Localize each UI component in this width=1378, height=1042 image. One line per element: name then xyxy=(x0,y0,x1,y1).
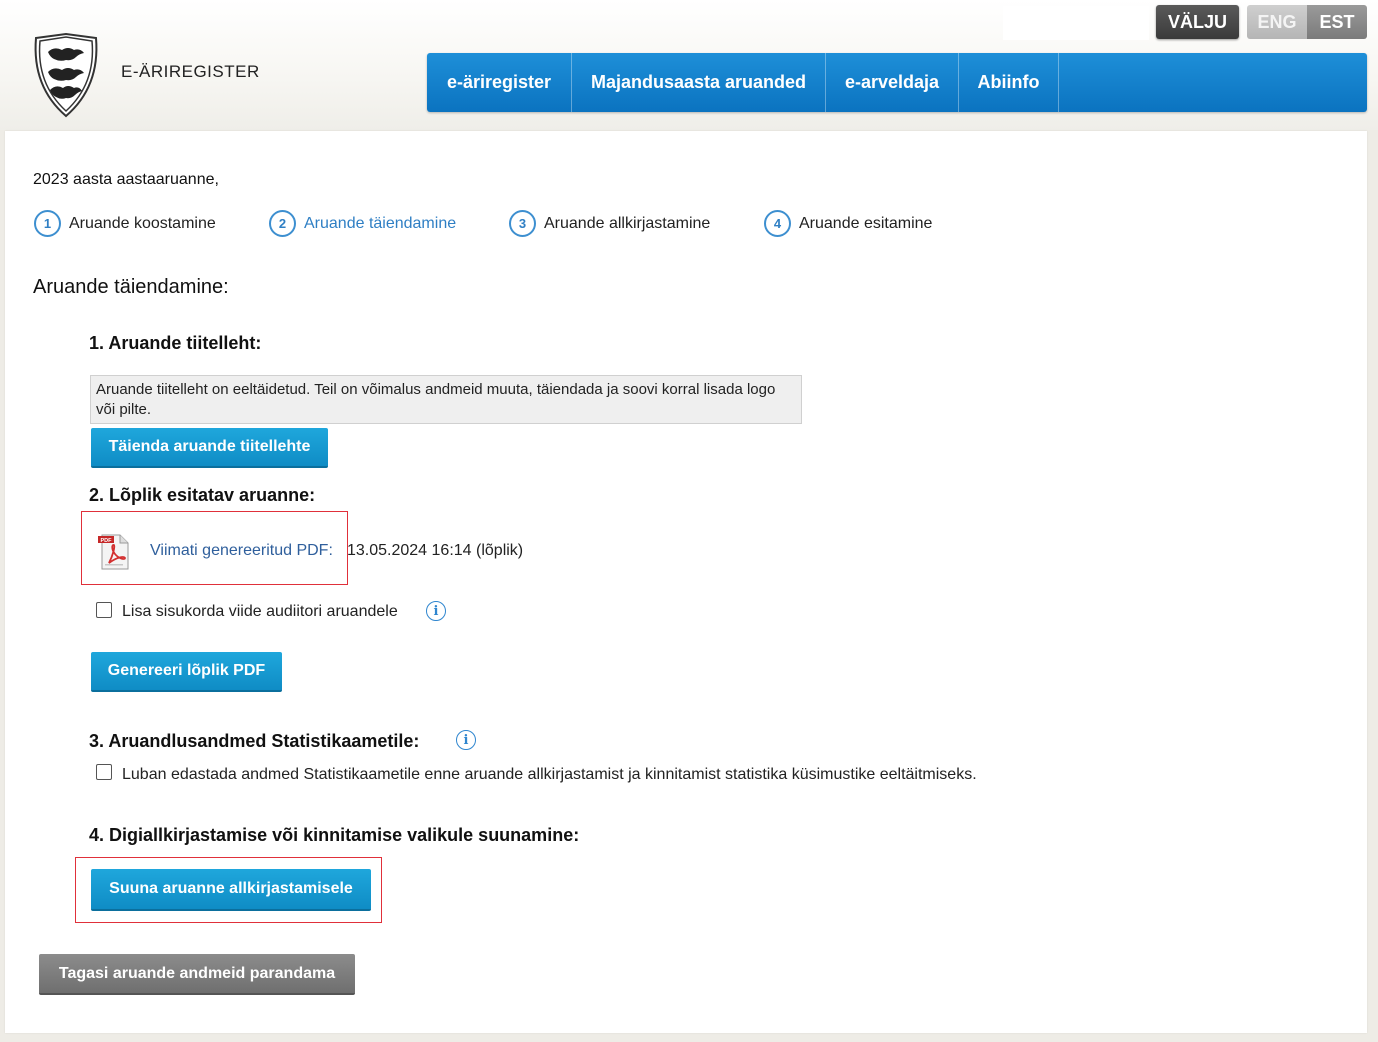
main-content: 2023 aasta aastaaruanne, 1 Aruande koost… xyxy=(5,131,1367,1033)
step-label: Aruande koostamine xyxy=(69,215,216,232)
auditor-reference-label[interactable]: Lisa sisukorda viide audiitori aruandele xyxy=(122,603,398,621)
step-number-icon: 3 xyxy=(509,209,536,237)
info-icon[interactable]: i xyxy=(426,601,446,621)
logout-button[interactable]: VÄLJU xyxy=(1156,5,1239,39)
final-report-heading: 2. Lõplik esitatav aruanne: xyxy=(89,485,316,505)
main-navigation: e-äriregister Majandusaasta aruanded e-a… xyxy=(427,53,1367,112)
statistics-consent-checkbox[interactable] xyxy=(96,764,112,780)
nav-item-e-ariregister[interactable]: e-äriregister xyxy=(427,53,572,112)
signing-heading: 4. Digiallkirjastamise või kinnitamise v… xyxy=(89,825,580,845)
step-1: 1 Aruande koostamine xyxy=(34,207,216,239)
statistics-consent-label[interactable]: Luban edastada andmed Statistikaametile … xyxy=(122,766,977,784)
back-to-edit-button[interactable]: Tagasi aruande andmeid parandama xyxy=(39,954,355,995)
brand-name: E-ÄRIREGISTER xyxy=(121,62,260,81)
section-title: Aruande täiendamine: xyxy=(33,276,229,298)
lang-est-button[interactable]: EST xyxy=(1307,5,1367,39)
nav-item-annual-reports[interactable]: Majandusaasta aruanded xyxy=(572,53,826,112)
nav-item-e-arveldaja[interactable]: e-arveldaja xyxy=(826,53,959,112)
step-2: 2 Aruande täiendamine xyxy=(269,207,456,239)
last-generated-pdf-link[interactable]: Viimati genereeritud PDF: xyxy=(150,542,333,560)
lang-eng-button[interactable]: ENG xyxy=(1247,5,1307,39)
generate-final-pdf-button[interactable]: Genereeri lõplik PDF xyxy=(91,652,282,692)
page-header: E-ÄRIREGISTER VÄLJU ENG EST e-äriregiste… xyxy=(0,0,1378,130)
step-number-icon: 4 xyxy=(764,209,791,237)
coat-of-arms-logo[interactable] xyxy=(28,32,104,118)
send-to-signing-button[interactable]: Suuna aruanne allkirjastamisele xyxy=(91,869,371,911)
report-year-title: 2023 aasta aastaaruanne, xyxy=(33,171,219,188)
complete-title-page-button[interactable]: Täienda aruande tiitellehte xyxy=(91,428,328,468)
step-label: Aruande esitamine xyxy=(799,215,933,232)
step-number-icon: 2 xyxy=(269,209,296,237)
step-number-icon: 1 xyxy=(34,209,61,237)
statistics-heading: 3. Aruandlusandmed Statistikaametile: xyxy=(89,731,420,751)
nav-item-help[interactable]: Abiinfo xyxy=(959,53,1059,112)
search-input[interactable] xyxy=(1003,6,1149,40)
step-label: Aruande allkirjastamine xyxy=(544,215,711,232)
title-page-info-box: Aruande tiitelleht on eeltäidetud. Teil … xyxy=(90,375,802,424)
step-3: 3 Aruande allkirjastamine xyxy=(509,207,710,239)
step-label: Aruande täiendamine xyxy=(304,215,457,232)
info-icon[interactable]: i xyxy=(456,730,476,750)
pdf-generated-date: 13.05.2024 16:14 (lõplik) xyxy=(347,542,524,559)
pdf-badge-text: PDF xyxy=(101,538,113,544)
pdf-file-icon[interactable]: PDF xyxy=(95,533,133,571)
title-page-heading: 1. Aruande tiitelleht: xyxy=(89,333,262,353)
auditor-reference-checkbox[interactable] xyxy=(96,602,112,618)
step-4: 4 Aruande esitamine xyxy=(764,207,932,239)
